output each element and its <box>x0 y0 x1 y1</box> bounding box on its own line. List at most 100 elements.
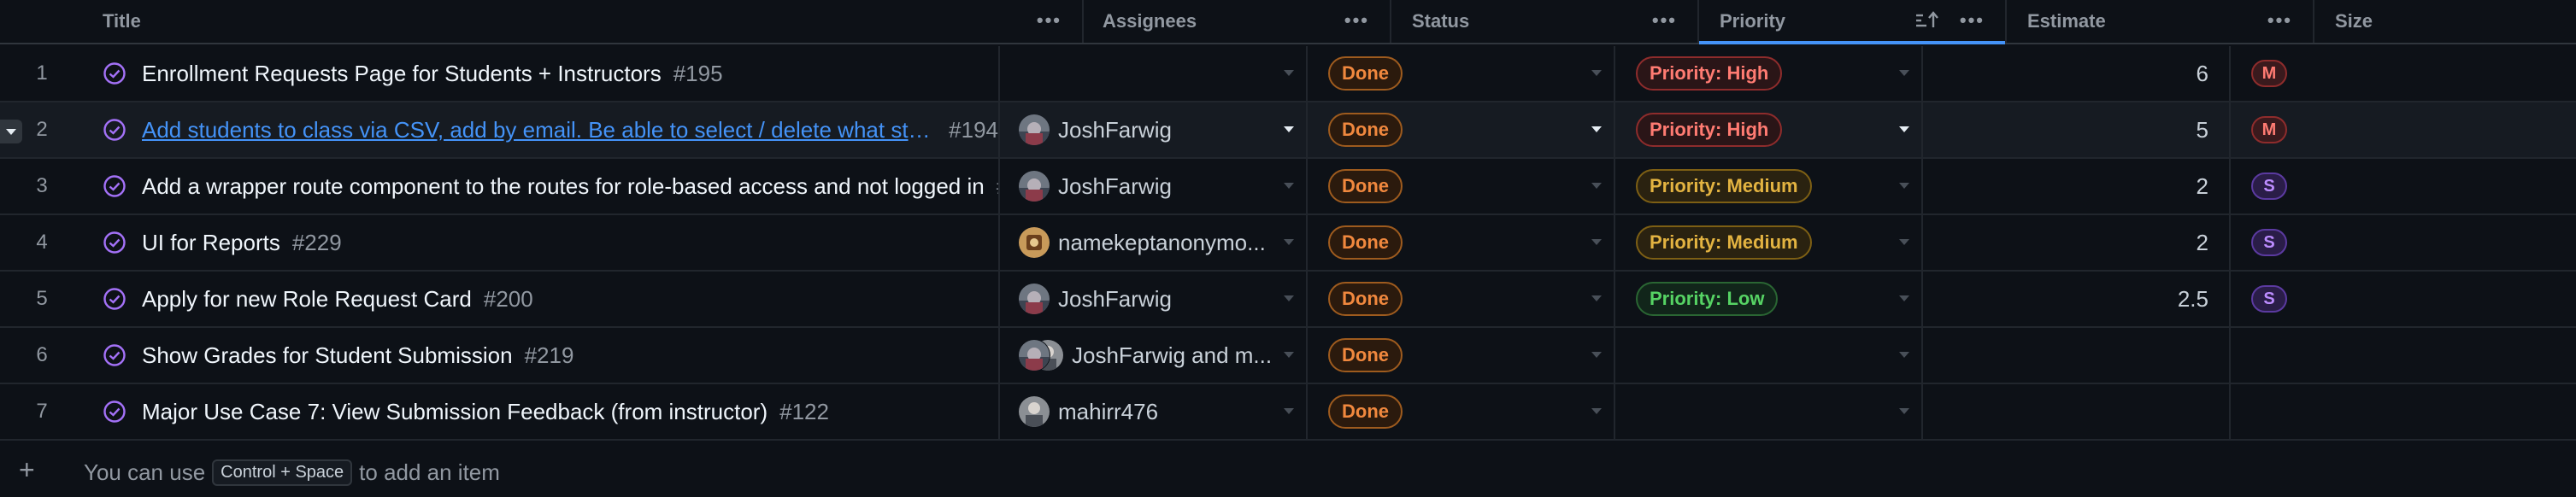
status-cell[interactable]: Done <box>1308 272 1615 326</box>
table-row[interactable]: 7 Major Use Case 7: View Submission Feed… <box>0 384 2576 441</box>
estimate-cell[interactable]: 2.5 <box>1923 272 2231 326</box>
estimate-cell[interactable]: 2 <box>1923 215 2231 270</box>
chevron-down-icon[interactable] <box>1899 408 1909 414</box>
table-row[interactable]: 3 Add a wrapper route component to the r… <box>0 159 2576 215</box>
status-cell[interactable]: Done <box>1308 46 1615 101</box>
priority-cell[interactable] <box>1615 384 1923 439</box>
kebab-icon[interactable]: ••• <box>1652 11 1677 30</box>
sort-ascending-icon[interactable] <box>1914 10 1940 31</box>
status-cell[interactable]: Done <box>1308 215 1615 270</box>
chevron-down-icon[interactable] <box>1591 352 1602 358</box>
chevron-down-icon[interactable] <box>1284 126 1294 132</box>
size-cell[interactable]: M <box>2231 102 2492 157</box>
assignees-cell[interactable]: mahirr476 <box>1000 384 1308 439</box>
estimate-cell[interactable]: 2 <box>1923 159 2231 213</box>
title-cell[interactable]: Enrollment Requests Page for Students + … <box>0 46 1000 101</box>
chevron-down-icon[interactable] <box>1284 408 1294 414</box>
priority-cell[interactable]: Priority: Medium <box>1615 215 1923 270</box>
keyboard-shortcut: Control + Space <box>212 459 353 486</box>
chevron-down-icon[interactable] <box>1284 183 1294 189</box>
title-cell[interactable]: Add a wrapper route component to the rou… <box>0 159 1000 213</box>
kebab-icon[interactable]: ••• <box>1960 11 1985 30</box>
chevron-down-icon[interactable] <box>1591 70 1602 76</box>
column-size-label: Size <box>2335 10 2373 32</box>
priority-cell[interactable]: Priority: High <box>1615 46 1923 101</box>
assignees-cell[interactable] <box>1000 46 1308 101</box>
estimate-cell[interactable]: 5 <box>1923 102 2231 157</box>
table-row[interactable]: 5 Apply for new Role Request Card #200 J… <box>0 272 2576 328</box>
table-row[interactable]: 1 Enrollment Requests Page for Students … <box>0 46 2576 102</box>
chevron-down-icon[interactable] <box>1591 126 1602 132</box>
size-cell[interactable] <box>2231 328 2492 383</box>
table-row[interactable]: 4 UI for Reports #229 namekeptanonymo...… <box>0 215 2576 272</box>
column-header-status[interactable]: Status ••• <box>1391 0 1699 43</box>
estimate-cell[interactable] <box>1923 384 2231 439</box>
status-cell[interactable]: Done <box>1308 102 1615 157</box>
status-cell[interactable]: Done <box>1308 159 1615 213</box>
hint-suffix: to add an item <box>359 459 500 485</box>
chevron-down-icon[interactable] <box>1591 183 1602 189</box>
column-header-estimate[interactable]: Estimate ••• <box>2007 0 2314 43</box>
table-row[interactable]: 6 Show Grades for Student Submission #21… <box>0 328 2576 384</box>
size-cell[interactable]: S <box>2231 159 2492 213</box>
title-cell[interactable]: Show Grades for Student Submission #219 <box>0 328 1000 383</box>
table-row[interactable]: 2 Add students to class via CSV, add by … <box>0 102 2576 159</box>
priority-cell[interactable]: Priority: Low <box>1615 272 1923 326</box>
issue-title[interactable]: Major Use Case 7: View Submission Feedba… <box>142 399 768 425</box>
title-cell[interactable]: Apply for new Role Request Card #200 <box>0 272 1000 326</box>
issue-title[interactable]: Show Grades for Student Submission <box>142 342 513 369</box>
size-cell[interactable]: M <box>2231 46 2492 101</box>
size-cell[interactable] <box>2231 384 2492 439</box>
kebab-icon[interactable]: ••• <box>1037 11 1062 30</box>
add-item-row[interactable]: + You can use Control + Space to add an … <box>0 442 2576 497</box>
chevron-down-icon[interactable] <box>1284 352 1294 358</box>
chevron-down-icon[interactable] <box>1284 239 1294 245</box>
avatar <box>1019 171 1050 202</box>
assignee-name: JoshFarwig and m... <box>1072 342 1273 368</box>
chevron-down-icon[interactable] <box>1591 239 1602 245</box>
size-cell[interactable]: S <box>2231 272 2492 326</box>
estimate-cell[interactable] <box>1923 328 2231 383</box>
title-cell[interactable]: Major Use Case 7: View Submission Feedba… <box>0 384 1000 439</box>
issue-title-link[interactable]: Add students to class via CSV, add by em… <box>142 117 937 143</box>
chevron-down-icon[interactable] <box>1284 70 1294 76</box>
chevron-down-icon[interactable] <box>1284 295 1294 301</box>
issue-number: #200 <box>483 285 533 312</box>
chevron-down-icon[interactable] <box>1899 239 1909 245</box>
chevron-down-icon[interactable] <box>1591 408 1602 414</box>
issue-title[interactable]: Enrollment Requests Page for Students + … <box>142 61 662 87</box>
chevron-down-icon[interactable] <box>1899 126 1909 132</box>
issue-title[interactable]: Add a wrapper route component to the rou… <box>142 173 985 200</box>
assignee-name: JoshFarwig <box>1058 285 1172 312</box>
assignees-cell[interactable]: JoshFarwig <box>1000 159 1308 213</box>
chevron-down-icon[interactable] <box>1899 295 1909 301</box>
chevron-down-icon[interactable] <box>1899 70 1909 76</box>
column-header-size[interactable]: Size <box>2314 0 2576 43</box>
column-header-priority[interactable]: Priority ••• <box>1699 0 2007 44</box>
assignees-cell[interactable]: JoshFarwig and m... <box>1000 328 1308 383</box>
plus-icon[interactable]: + <box>19 456 35 483</box>
assignees-cell[interactable]: namekeptanonymo... <box>1000 215 1308 270</box>
size-cell[interactable]: S <box>2231 215 2492 270</box>
chevron-down-icon[interactable] <box>1899 352 1909 358</box>
issue-title[interactable]: UI for Reports <box>142 230 280 256</box>
title-cell[interactable]: Add students to class via CSV, add by em… <box>0 102 1000 157</box>
priority-cell[interactable] <box>1615 328 1923 383</box>
status-cell[interactable]: Done <box>1308 328 1615 383</box>
estimate-cell[interactable]: 6 <box>1923 46 2231 101</box>
column-header-assignees[interactable]: Assignees ••• <box>1084 0 1391 43</box>
estimate-value: 2 <box>2196 229 2208 255</box>
assignees-cell[interactable]: JoshFarwig <box>1000 272 1308 326</box>
issue-title[interactable]: Apply for new Role Request Card <box>142 286 472 313</box>
priority-badge: Priority: High <box>1636 56 1783 91</box>
assignees-cell[interactable]: JoshFarwig <box>1000 102 1308 157</box>
chevron-down-icon[interactable] <box>1591 295 1602 301</box>
kebab-icon[interactable]: ••• <box>1344 11 1369 30</box>
column-header-title[interactable]: Title ••• <box>84 0 1084 43</box>
status-cell[interactable]: Done <box>1308 384 1615 439</box>
kebab-icon[interactable]: ••• <box>2267 11 2292 30</box>
priority-cell[interactable]: Priority: High <box>1615 102 1923 157</box>
title-cell[interactable]: UI for Reports #229 <box>0 215 1000 270</box>
chevron-down-icon[interactable] <box>1899 183 1909 189</box>
priority-cell[interactable]: Priority: Medium <box>1615 159 1923 213</box>
